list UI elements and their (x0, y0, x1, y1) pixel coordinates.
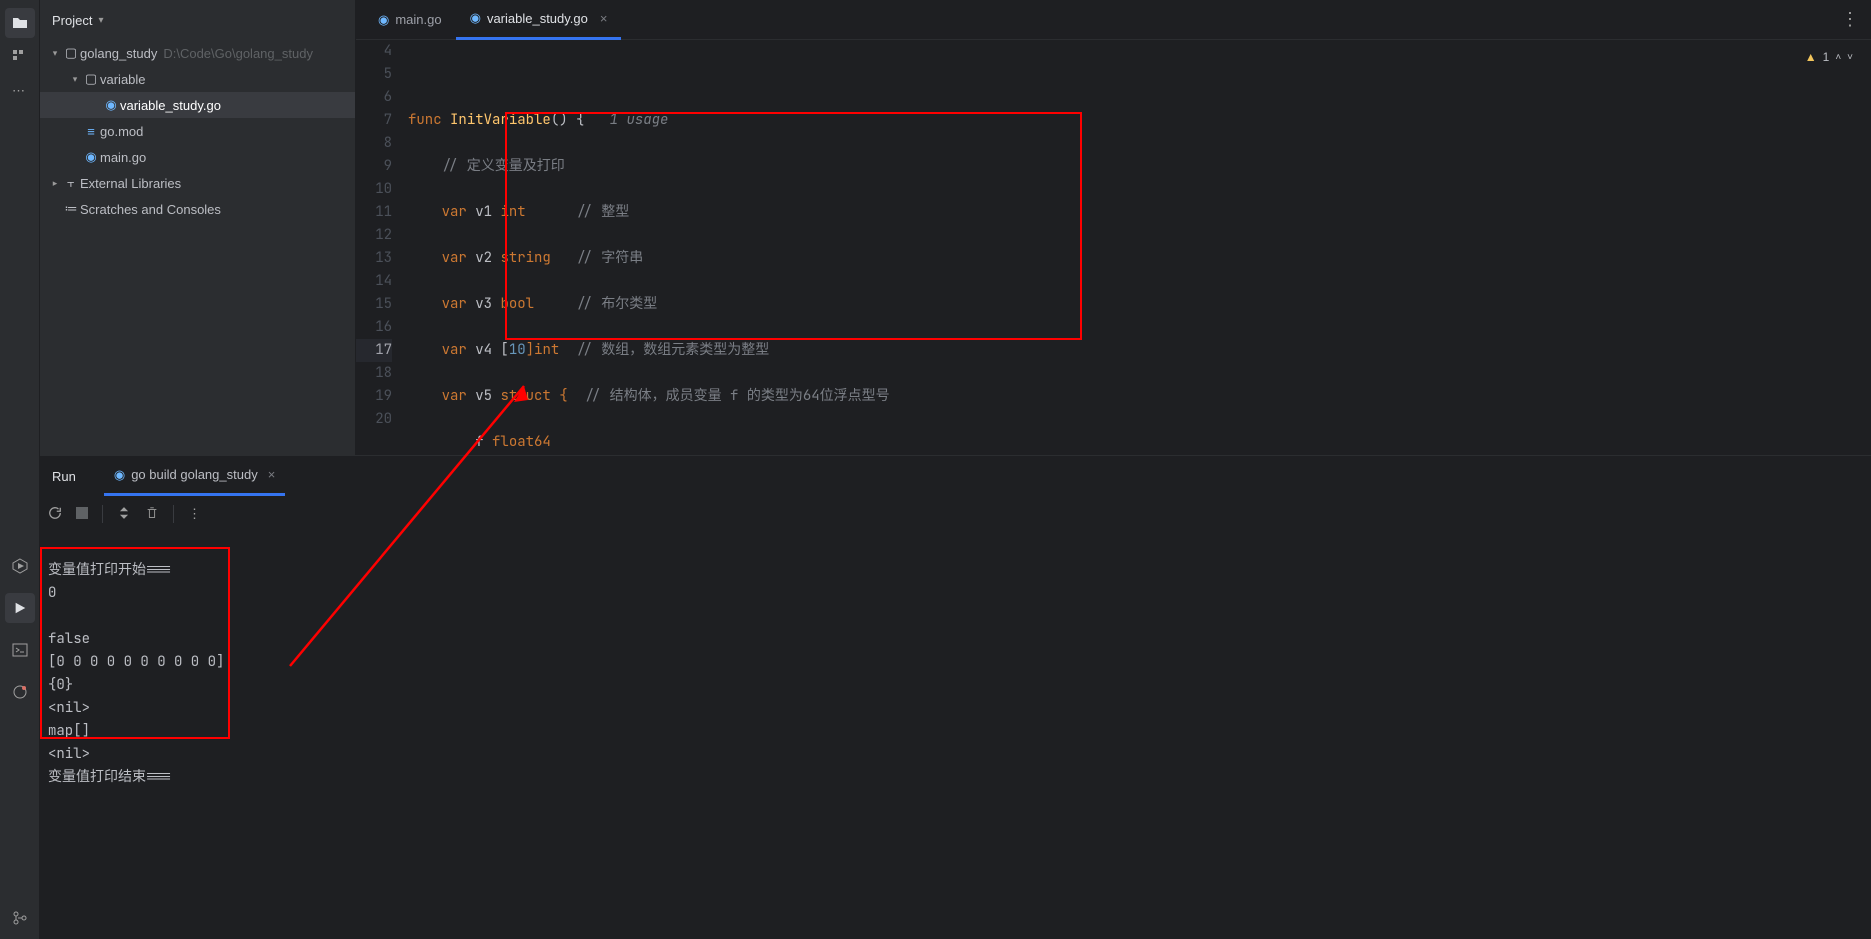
folder-icon (12, 15, 28, 31)
go-file-icon: ◉ (102, 97, 120, 113)
console-output[interactable]: 变量值打印开始=== 0 false [0 0 0 0 0 0 0 0 0 0]… (40, 532, 1871, 939)
tree-external-libraries[interactable]: ▸ ⫟ External Libraries (40, 170, 355, 196)
structure-icon (12, 49, 28, 65)
go-run-icon: ◉ (114, 467, 125, 483)
run-tab-label: go build golang_study (131, 467, 258, 482)
more-tool-button[interactable]: ⋯ (5, 76, 35, 106)
run-panel-title: Run (52, 469, 76, 484)
stop-icon (76, 507, 88, 519)
tab-main-go[interactable]: ◉ main.go (364, 0, 456, 40)
tab-label: main.go (395, 12, 441, 27)
run-tool-button[interactable] (5, 593, 35, 623)
tab-label: variable_study.go (487, 11, 588, 26)
chevron-right-icon: ▸ (48, 178, 62, 189)
git-icon (12, 910, 28, 926)
chevron-down-icon: ▾ (98, 15, 103, 26)
close-icon[interactable]: × (268, 467, 276, 482)
tree-file-label: main.go (100, 150, 146, 165)
tree-folder-variable[interactable]: ▾ ▢ variable (40, 66, 355, 92)
problems-icon (12, 684, 28, 700)
tree-file-maingo[interactable]: ◉ main.go (40, 144, 355, 170)
tree-file-label: variable_study.go (120, 98, 221, 113)
chevron-down-icon: ▾ (48, 48, 62, 59)
rerun-icon (48, 506, 62, 520)
scratches-icon: ≔ (62, 201, 80, 217)
go-file-icon: ◉ (378, 12, 389, 28)
tree-file-label: go.mod (100, 124, 143, 139)
tree-scratches[interactable]: ≔ Scratches and Consoles (40, 196, 355, 222)
go-file-icon: ◉ (470, 10, 481, 26)
library-icon: ⫟ (62, 175, 80, 191)
terminal-icon (12, 642, 28, 658)
problems-tool-button[interactable] (5, 677, 35, 707)
chevron-down-icon: ▾ (68, 74, 82, 85)
project-panel-header[interactable]: Project ▾ (40, 0, 355, 40)
folder-icon: ▢ (62, 45, 80, 61)
tree-file-variable-study[interactable]: ◉ variable_study.go (40, 92, 355, 118)
tree-folder-label: variable (100, 72, 146, 87)
play-icon (13, 601, 27, 615)
stop-button[interactable] (76, 507, 88, 522)
tree-root-path: D:\Code\Go\golang_study (163, 46, 313, 61)
structure-tool-button[interactable] (5, 42, 35, 72)
tree-node-label: External Libraries (80, 176, 181, 191)
vcs-tool-button[interactable] (5, 903, 35, 933)
go-mod-icon: ≡ (82, 124, 100, 139)
tab-variable-study-go[interactable]: ◉ variable_study.go × (456, 0, 622, 40)
trash-icon (145, 506, 159, 520)
tab-overflow-button[interactable]: ⋮ (1841, 9, 1859, 30)
project-tool-button[interactable] (5, 8, 35, 38)
tree-root-label: golang_study (80, 46, 157, 61)
tree-node-label: Scratches and Consoles (80, 202, 221, 217)
up-down-icon (117, 506, 131, 520)
services-icon (12, 558, 28, 574)
tree-root-row[interactable]: ▾ ▢ golang_study D:\Code\Go\golang_study (40, 40, 355, 66)
close-icon[interactable]: × (600, 11, 608, 26)
project-panel-title: Project (52, 13, 92, 28)
terminal-tool-button[interactable] (5, 635, 35, 665)
folder-icon: ▢ (82, 71, 100, 87)
scroll-to-end-button[interactable] (117, 506, 131, 523)
services-tool-button[interactable] (5, 551, 35, 581)
run-config-tab[interactable]: ◉ go build golang_study × (104, 456, 285, 496)
clear-button[interactable] (145, 506, 159, 523)
more-run-actions[interactable]: ⋮ (188, 506, 201, 522)
go-file-icon: ◉ (82, 149, 100, 165)
tree-file-gomod[interactable]: ≡ go.mod (40, 118, 355, 144)
more-icon: ⋯ (12, 83, 27, 99)
rerun-button[interactable] (48, 506, 62, 523)
